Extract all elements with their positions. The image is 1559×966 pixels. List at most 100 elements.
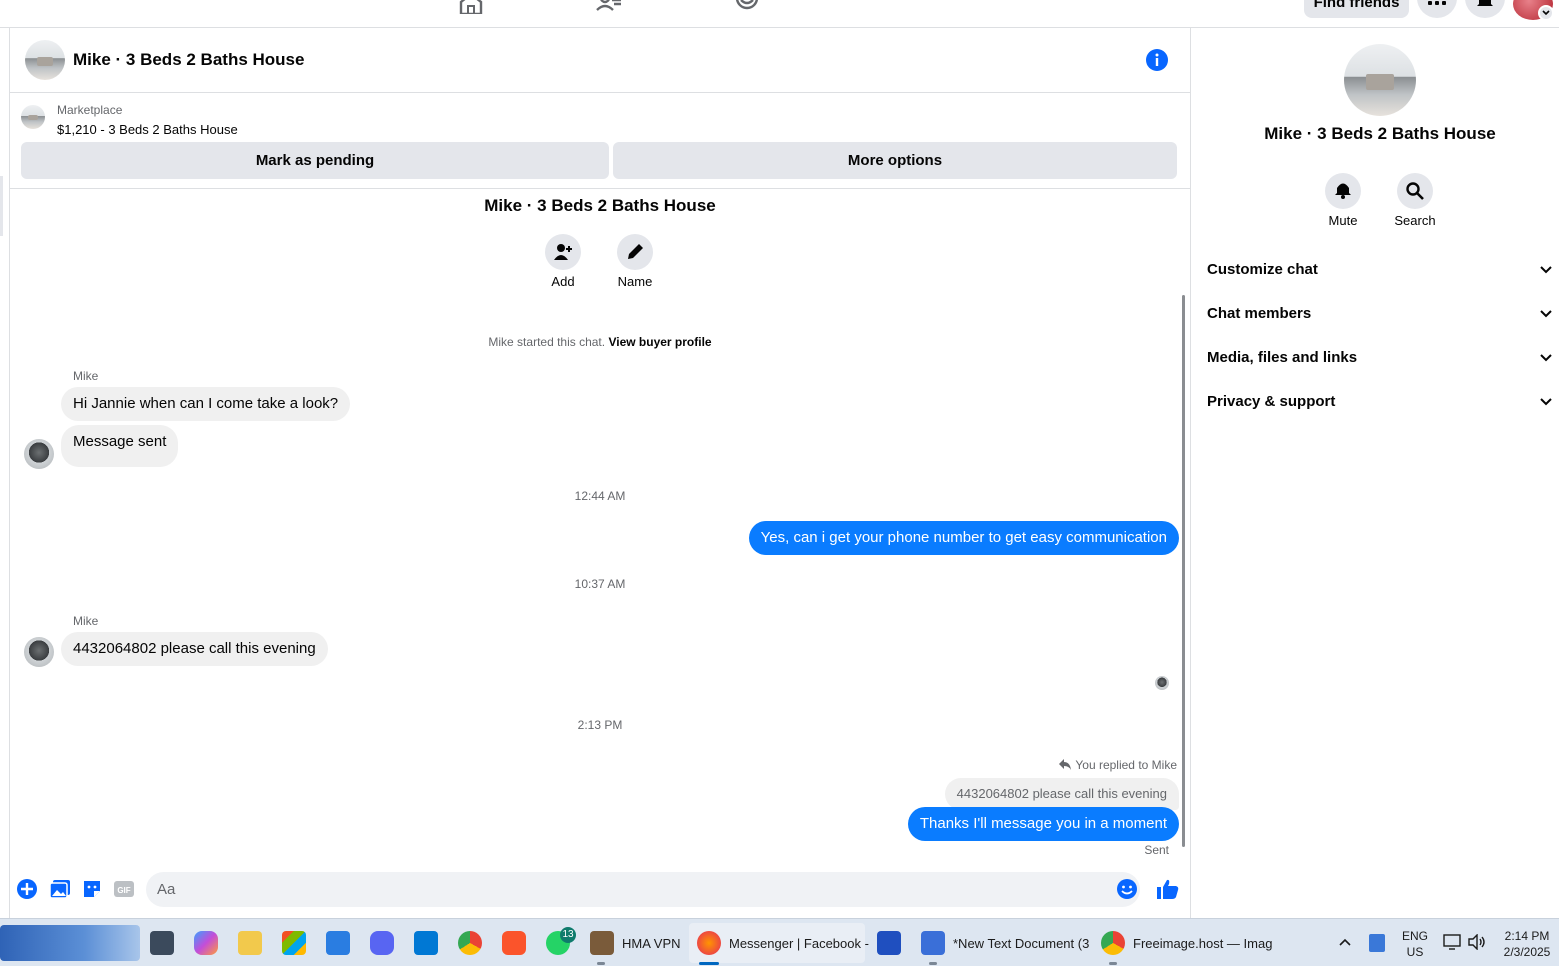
home-icon[interactable] xyxy=(458,0,484,14)
plus-icon[interactable] xyxy=(16,878,38,900)
chat-started-notice: Mike started this chat. View buyer profi… xyxy=(10,335,1190,349)
mute-label: Mute xyxy=(1328,213,1358,228)
chat-avatar[interactable] xyxy=(25,40,65,80)
discord-icon[interactable] xyxy=(370,931,394,955)
top-navigation-bar: Find friends xyxy=(0,0,1559,28)
network-icon[interactable] xyxy=(1443,934,1461,950)
section-label: Media, files and links xyxy=(1207,349,1358,366)
app-icon[interactable] xyxy=(326,931,350,955)
vscode-icon[interactable] xyxy=(414,931,438,955)
firefox-icon[interactable] xyxy=(697,931,721,955)
gif-icon[interactable]: GIF xyxy=(113,878,135,900)
privacy-support-section[interactable]: Privacy & support xyxy=(1207,382,1557,422)
app-icon[interactable] xyxy=(877,931,901,955)
freeimage-window-label[interactable]: Freeimage.host — Imag xyxy=(1133,936,1272,951)
notifications-button[interactable] xyxy=(1465,0,1505,18)
reply-notice: You replied to Mike xyxy=(1059,758,1177,772)
timestamp: 2:13 PM xyxy=(577,718,623,732)
clock-date[interactable]: 2/3/2025 xyxy=(1496,945,1558,959)
hma-vpn-label[interactable]: HMA VPN xyxy=(622,936,681,951)
brave-icon[interactable] xyxy=(502,931,526,955)
edit-name-button[interactable] xyxy=(617,234,653,270)
like-icon[interactable] xyxy=(1156,877,1180,901)
chevron-down-icon xyxy=(1540,354,1552,362)
notepad-icon[interactable] xyxy=(921,931,945,955)
chat-title[interactable]: Mike · 3 Beds 2 Baths House xyxy=(73,50,304,70)
bell-icon xyxy=(1335,183,1351,199)
messenger-window-label[interactable]: Messenger | Facebook - xyxy=(729,936,869,951)
quoted-message[interactable]: 4432064802 please call this evening xyxy=(944,778,1179,810)
chevron-up-icon[interactable] xyxy=(1338,937,1352,947)
section-label: Privacy & support xyxy=(1207,393,1336,410)
grid-icon xyxy=(1428,1,1446,5)
running-indicator xyxy=(929,962,937,965)
chat-info-avatar[interactable] xyxy=(1344,44,1416,116)
search-button[interactable] xyxy=(1397,173,1433,209)
section-label: Customize chat xyxy=(1207,261,1318,278)
view-buyer-profile-link[interactable]: View buyer profile xyxy=(608,335,711,349)
search-icon xyxy=(1406,182,1424,200)
marketplace-label: Marketplace xyxy=(57,103,123,117)
chat-members-section[interactable]: Chat members xyxy=(1207,294,1557,334)
notepad-window-label[interactable]: *New Text Document (3 xyxy=(953,936,1089,951)
input-language-region[interactable]: US xyxy=(1398,945,1432,959)
chat-header: Mike · 3 Beds 2 Baths House xyxy=(10,30,1190,93)
microsoft-store-icon[interactable] xyxy=(282,931,306,955)
security-icon[interactable] xyxy=(1369,934,1385,952)
chevron-down-icon[interactable] xyxy=(1538,5,1554,21)
sent-status: Sent xyxy=(1144,843,1169,857)
info-icon[interactable] xyxy=(1146,49,1168,71)
bell-icon xyxy=(1477,0,1493,6)
mute-button[interactable] xyxy=(1325,173,1361,209)
chrome-icon[interactable] xyxy=(1101,931,1125,955)
file-explorer-icon[interactable] xyxy=(238,931,262,955)
read-receipt-avatar xyxy=(1155,676,1169,690)
search-label: Search xyxy=(1394,213,1436,228)
incoming-message[interactable]: Hi Jannie when can I come take a look? xyxy=(61,387,351,421)
taskbar-search-widget[interactable] xyxy=(0,925,140,961)
add-people-button[interactable] xyxy=(545,234,581,270)
marketplace-bar: Marketplace $1,210 - 3 Beds 2 Baths Hous… xyxy=(10,94,1190,189)
incoming-message[interactable]: 4432064802 please call this evening xyxy=(61,632,328,666)
section-label: Chat members xyxy=(1207,305,1312,322)
chevron-down-icon xyxy=(1540,310,1552,318)
mark-as-pending-button[interactable]: Mark as pending xyxy=(21,142,609,179)
whatsapp-badge: 13 xyxy=(560,927,576,943)
running-indicator xyxy=(597,962,605,965)
pencil-icon xyxy=(628,244,643,259)
clock-time[interactable]: 2:14 PM xyxy=(1496,929,1558,943)
sticker-icon[interactable] xyxy=(81,878,103,900)
outgoing-message[interactable]: Thanks I'll message you in a moment xyxy=(907,807,1179,841)
chat-info-panel: Mike · 3 Beds 2 Baths House Mute Search … xyxy=(1190,28,1559,918)
conversation-scrollbar[interactable] xyxy=(1182,295,1185,847)
more-options-button[interactable]: More options xyxy=(613,142,1177,179)
friends-icon[interactable] xyxy=(596,0,622,14)
menu-button[interactable] xyxy=(1417,0,1457,18)
input-language-primary[interactable]: ENG xyxy=(1398,929,1432,943)
message-composer: GIF xyxy=(10,868,1190,912)
media-files-links-section[interactable]: Media, files and links xyxy=(1207,338,1557,378)
groups-icon[interactable] xyxy=(734,0,760,14)
photo-icon[interactable] xyxy=(49,878,71,900)
chrome-icon[interactable] xyxy=(458,931,482,955)
find-friends-button[interactable]: Find friends xyxy=(1304,0,1409,18)
incoming-message[interactable]: Message sent xyxy=(61,425,179,467)
hma-vpn-icon[interactable] xyxy=(590,931,614,955)
task-view-icon[interactable] xyxy=(150,931,174,955)
timestamp: 12:44 AM xyxy=(574,489,626,503)
listing-title[interactable]: $1,210 - 3 Beds 2 Baths House xyxy=(57,122,238,137)
emoji-icon[interactable] xyxy=(1116,878,1138,900)
outgoing-message[interactable]: Yes, can i get your phone number to get … xyxy=(748,521,1179,555)
sender-avatar[interactable] xyxy=(24,637,54,667)
volume-icon[interactable] xyxy=(1468,934,1486,950)
listing-thumbnail[interactable] xyxy=(21,105,45,129)
running-indicator xyxy=(1109,962,1117,965)
sender-avatar[interactable] xyxy=(24,439,54,469)
sidebar-marker xyxy=(0,176,3,236)
copilot-icon[interactable] xyxy=(194,931,218,955)
customize-chat-section[interactable]: Customize chat xyxy=(1207,250,1557,290)
add-person-icon xyxy=(554,244,572,260)
left-sidebar-edge xyxy=(0,28,10,918)
message-input[interactable] xyxy=(146,872,1140,907)
svg-text:GIF: GIF xyxy=(117,886,130,895)
